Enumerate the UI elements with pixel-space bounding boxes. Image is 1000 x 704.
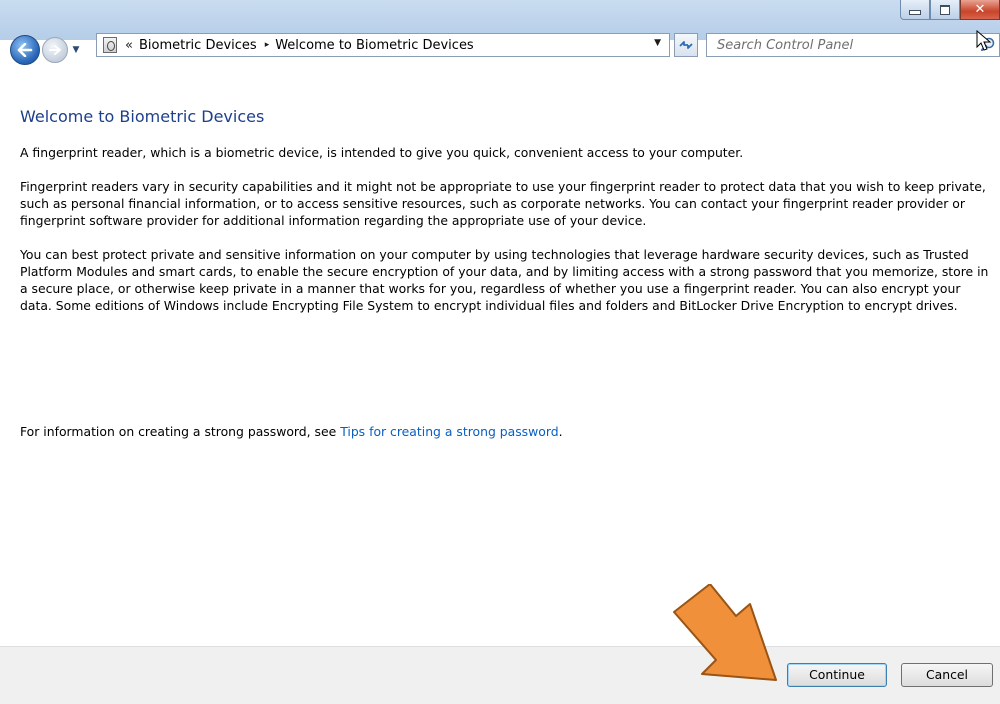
- maximize-button[interactable]: [930, 0, 960, 20]
- protection-paragraph: You can best protect private and sensiti…: [20, 247, 989, 313]
- control-panel-window: ✕ ▼ « Biometric Devices ▸ Welcome to Bio…: [0, 0, 1000, 704]
- chevron-down-icon: ▼: [72, 45, 80, 55]
- address-dropdown-icon[interactable]: ▼: [654, 38, 661, 48]
- refresh-icon: [679, 41, 693, 49]
- breadcrumb-overflow[interactable]: «: [125, 38, 133, 53]
- capabilities-paragraph: Fingerprint readers vary in security cap…: [20, 179, 986, 228]
- main-content: Welcome to Biometric Devices A fingerpri…: [20, 106, 992, 331]
- breadcrumb-welcome[interactable]: Welcome to Biometric Devices: [275, 38, 474, 53]
- minimize-button[interactable]: [900, 0, 930, 20]
- breadcrumb-biometric-devices[interactable]: Biometric Devices: [139, 38, 257, 53]
- mouse-cursor-icon: [976, 30, 992, 51]
- intro-paragraph: A fingerprint reader, which is a biometr…: [20, 145, 744, 160]
- password-tip: For information on creating a strong pas…: [20, 423, 563, 440]
- strong-password-tips-link[interactable]: Tips for creating a strong password: [340, 424, 558, 439]
- fingerprint-icon: [103, 37, 117, 53]
- forward-arrow-icon: [49, 45, 61, 55]
- forward-button[interactable]: [42, 37, 68, 63]
- maximize-icon: [940, 4, 950, 15]
- breadcrumb-separator-icon[interactable]: ▸: [265, 40, 270, 50]
- close-button[interactable]: ✕: [960, 0, 1000, 20]
- address-bar[interactable]: « Biometric Devices ▸ Welcome to Biometr…: [96, 33, 670, 57]
- back-arrow-icon: [17, 43, 33, 57]
- password-tip-text: For information on creating a strong pas…: [20, 424, 341, 439]
- page-title: Welcome to Biometric Devices: [20, 107, 265, 126]
- recent-pages-dropdown[interactable]: ▼: [70, 44, 82, 56]
- password-tip-suffix: .: [558, 424, 563, 439]
- close-icon: ✕: [974, 2, 986, 17]
- search-placeholder: Search Control Panel: [717, 37, 854, 53]
- search-input[interactable]: Search Control Panel: [706, 33, 1000, 57]
- minimize-icon: [909, 10, 921, 15]
- continue-button[interactable]: Continue: [787, 663, 887, 687]
- button-bar: Continue Cancel: [0, 646, 1000, 704]
- annotation-arrow-icon: [673, 584, 777, 681]
- refresh-button[interactable]: [674, 33, 698, 57]
- cancel-button[interactable]: Cancel: [901, 663, 993, 687]
- back-button[interactable]: [10, 35, 40, 65]
- caption-buttons: ✕: [900, 0, 1000, 20]
